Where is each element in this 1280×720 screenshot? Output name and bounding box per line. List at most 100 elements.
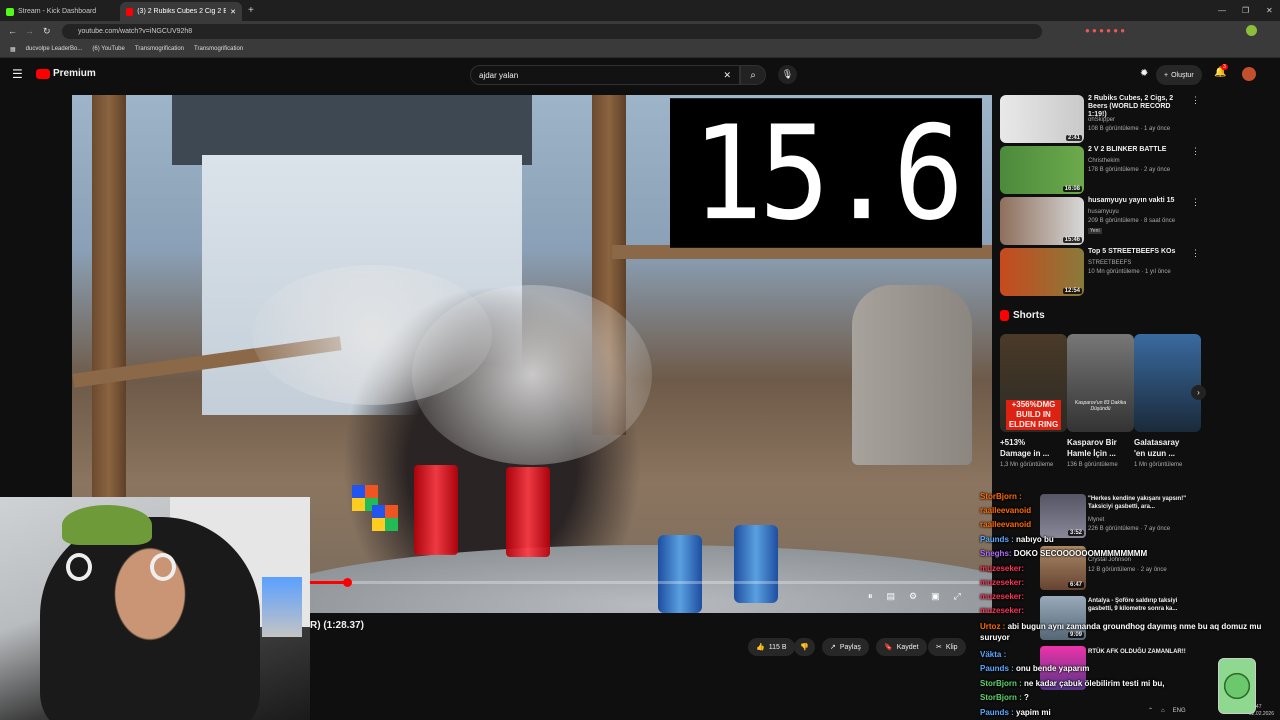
- channel-name[interactable]: Mynet: [1088, 516, 1104, 524]
- cast-icon[interactable]: ✹: [1140, 68, 1148, 79]
- clip-button[interactable]: ✂ Klip: [928, 638, 966, 656]
- avatar[interactable]: [1242, 67, 1256, 81]
- recommendation-title[interactable]: "Herkes kendine yakışanı yapsın!" Taksic…: [1088, 495, 1188, 511]
- minimize-icon[interactable]: —: [1218, 6, 1226, 15]
- kick-favicon-icon: [6, 7, 14, 16]
- adirondack-chair: [852, 285, 972, 465]
- maximize-icon[interactable]: ❐: [1242, 6, 1249, 15]
- search-icon: ⌕: [750, 69, 756, 81]
- recommendation-title[interactable]: Antalya - Şoföre saldırıp taksiyi gasbet…: [1088, 597, 1188, 613]
- chat-username: Sneghs:: [980, 549, 1012, 558]
- beer-can: [734, 525, 778, 603]
- chat-message: Paunds : yapim mi: [980, 707, 1051, 718]
- video-thumbnail[interactable]: 3:52: [1040, 494, 1086, 538]
- short-title[interactable]: Kasparov Bir Hamle İçin ...: [1067, 437, 1125, 459]
- address-bar-row: ← → ↻ youtube.com/watch?v=iNGCUV92h8 ● ●…: [0, 21, 1280, 41]
- apps-icon[interactable]: ▦: [10, 46, 16, 53]
- short-title[interactable]: +513% Damage in ...: [1000, 437, 1058, 459]
- bookmark-item[interactable]: (6) YouTube: [92, 46, 124, 52]
- more-options-icon[interactable]: ⋮: [1191, 197, 1200, 208]
- short-thumbnail[interactable]: [1134, 334, 1201, 432]
- search-button[interactable]: ⌕: [740, 65, 766, 85]
- headphones-icon: [66, 553, 92, 581]
- more-options-icon[interactable]: ⋮: [1191, 95, 1200, 106]
- channel-name[interactable]: STREETBEEFS: [1088, 259, 1131, 267]
- recommendation-title[interactable]: Top 5 STREETBEEFS KOs: [1088, 248, 1188, 256]
- bookmark-item[interactable]: Transmogrification: [135, 46, 184, 52]
- reload-icon[interactable]: ↻: [43, 26, 51, 37]
- pause-icon[interactable]: ⏸: [868, 591, 873, 602]
- chat-username: raalleevanoid: [980, 520, 1032, 529]
- video-meta: 10 Mn görüntüleme · 1 yıl önce: [1088, 269, 1171, 275]
- recommendation-item[interactable]: 2:41 2 Rubiks Cubes, 2 Cigs, 2 Beers (WO…: [1000, 95, 1200, 143]
- language-indicator[interactable]: ENG: [1173, 708, 1186, 714]
- save-button[interactable]: 🔖 Kaydet: [876, 638, 927, 656]
- video-progress-bar[interactable]: [310, 581, 980, 584]
- tab-kick-dashboard[interactable]: Stream - Kick Dashboard: [0, 2, 120, 21]
- recommendation-item[interactable]: 15:46 husamyuyu yayın vakti 15 husamyuyu…: [1000, 197, 1200, 245]
- recommendation-item[interactable]: 12:54 Top 5 STREETBEEFS KOs STREETBEEFS …: [1000, 248, 1200, 296]
- plus-icon: +: [1164, 71, 1169, 79]
- miniplayer-icon[interactable]: ▣: [931, 591, 940, 602]
- close-icon[interactable]: ✕: [230, 8, 236, 16]
- video-scrubber[interactable]: [342, 578, 352, 587]
- dislike-button[interactable]: 👎: [794, 638, 815, 656]
- short-thumbnail[interactable]: Kasparov'un 83 Dakika Düşündü: [1067, 334, 1134, 432]
- url-field[interactable]: youtube.com/watch?v=iNGCUV92h8: [62, 24, 1042, 39]
- new-tab-icon[interactable]: +: [248, 5, 254, 16]
- network-icon[interactable]: ⌂: [1161, 708, 1165, 714]
- chat-message: StorBjorn : ?: [980, 692, 1029, 703]
- channel-name[interactable]: ohSkipper: [1088, 116, 1115, 124]
- create-button[interactable]: + Oluştur: [1156, 65, 1202, 85]
- short-thumbnail[interactable]: +356%DMG BUILD IN ELDEN RING: [1000, 334, 1067, 432]
- subtitles-icon[interactable]: ▤: [887, 591, 896, 602]
- short-title[interactable]: Galatasaray 'en uzun ...: [1134, 437, 1192, 459]
- video-thumbnail[interactable]: 12:54: [1000, 248, 1084, 296]
- fullscreen-icon[interactable]: ⤢: [954, 591, 961, 602]
- forward-icon[interactable]: →: [25, 26, 34, 36]
- more-options-icon[interactable]: ⋮: [1191, 146, 1200, 157]
- chat-text: abi bugun aynı zamanda groundhog dayımış…: [980, 622, 1262, 642]
- duration-badge: 15:46: [1062, 237, 1082, 243]
- player-controls: ⏸ ▤ ⚙ ▣ ⤢: [868, 591, 961, 602]
- bookmark-item[interactable]: Transmogrification: [194, 46, 243, 52]
- chevron-up-icon[interactable]: ⌃: [1148, 707, 1153, 714]
- microphone-icon[interactable]: 🎙: [778, 65, 797, 84]
- video-thumbnail[interactable]: 16:08: [1000, 146, 1084, 194]
- chat-username: StorBjorn :: [980, 679, 1022, 688]
- smoke: [412, 285, 652, 465]
- thumbs-up-icon: 👍: [756, 644, 765, 651]
- video-thumbnail[interactable]: 15:46: [1000, 197, 1084, 245]
- settings-icon[interactable]: ⚙: [909, 591, 917, 602]
- share-button[interactable]: ↗ Paylaş: [822, 638, 869, 656]
- video-meta: 108 B görüntüleme · 1 ay önce: [1088, 126, 1171, 132]
- like-button[interactable]: 👍 115 B: [748, 638, 795, 656]
- recommendation-title[interactable]: 2 V 2 BLINKER BATTLE: [1088, 146, 1188, 154]
- chevron-right-icon[interactable]: ›: [1191, 385, 1206, 400]
- back-icon[interactable]: ←: [8, 26, 17, 36]
- video-meta: 178 B görüntüleme · 2 ay önce: [1088, 167, 1171, 173]
- share-icon: ↗: [830, 644, 836, 651]
- extensions-icon[interactable]: ● ● ● ● ● ●: [1085, 26, 1125, 35]
- search-input[interactable]: ajdar yalan ✕: [470, 65, 740, 85]
- more-options-icon[interactable]: ⋮: [1191, 248, 1200, 259]
- porch-post: [92, 95, 126, 515]
- bookmark-item[interactable]: ducvolpe LeaderBo...: [26, 46, 83, 52]
- window-close-icon[interactable]: ✕: [1266, 6, 1273, 15]
- channel-name[interactable]: husamyuyu: [1088, 208, 1119, 216]
- bookmark-icon: 🔖: [884, 644, 893, 651]
- recommendation-item[interactable]: 16:08 2 V 2 BLINKER BATTLE Christhekim 1…: [1000, 146, 1200, 194]
- chat-message: raalleevanoid: [980, 505, 1031, 516]
- recommendation-title[interactable]: husamyuyu yayın vakti 15: [1088, 197, 1188, 205]
- clear-search-icon[interactable]: ✕: [723, 70, 731, 81]
- webcam-overlay: [0, 497, 310, 720]
- recommendation-title[interactable]: RTÜK AFK OLDUĞU ZAMANLAR!!: [1088, 648, 1188, 656]
- channel-name[interactable]: Christhekim: [1088, 157, 1120, 165]
- tab-youtube-video[interactable]: (3) 2 Rubiks Cubes 2 Cig 2 Bee ✕: [120, 2, 242, 21]
- video-thumbnail[interactable]: 2:41: [1000, 95, 1084, 143]
- youtube-logo[interactable]: Premium: [36, 68, 96, 79]
- chat-message: muzeseker:: [980, 605, 1024, 616]
- short-meta: 1 Mn görüntüleme: [1134, 462, 1183, 468]
- menu-icon[interactable]: ☰: [12, 67, 23, 81]
- avatar[interactable]: [1246, 25, 1257, 36]
